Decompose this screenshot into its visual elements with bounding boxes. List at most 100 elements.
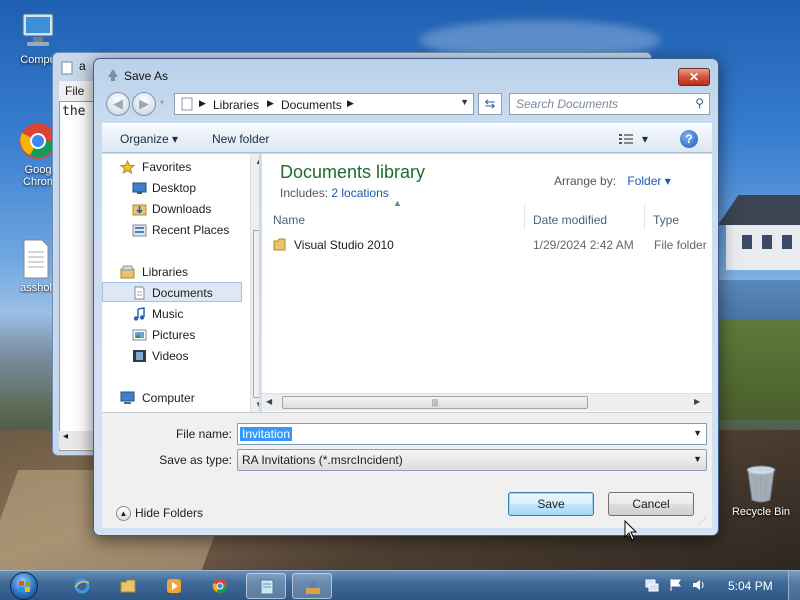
- notepad-title: a: [79, 59, 86, 73]
- file-name-dropdown-icon[interactable]: ▼: [693, 428, 702, 438]
- save-as-type-dropdown-icon[interactable]: ▼: [693, 454, 702, 464]
- nav-label: Music: [152, 307, 184, 321]
- nav-label: Downloads: [152, 202, 212, 216]
- recent-pages-dropdown-icon[interactable]: ▾: [160, 98, 164, 107]
- refresh-icon: ⇆: [484, 96, 496, 111]
- arrange-by-dropdown[interactable]: Folder ▾: [627, 174, 670, 188]
- address-bar[interactable]: ▶ Libraries ▶ Documents ▶ ▼: [174, 93, 474, 115]
- taskbar: 5:04 PM: [0, 570, 800, 600]
- save-as-dialog: Save As ✕ ◀ ▶ ▾ ▶ Libraries ▶ Documents …: [93, 58, 719, 536]
- house: [718, 195, 800, 275]
- volume-icon[interactable]: [692, 578, 706, 592]
- nav-recent-places[interactable]: Recent Places: [102, 220, 242, 240]
- file-type: File folder: [654, 238, 707, 252]
- scroll-down-icon[interactable]: ▼: [255, 400, 259, 409]
- library-title: Documents library: [280, 162, 426, 182]
- scroll-left-icon[interactable]: ◀: [266, 397, 272, 406]
- nav-desktop[interactable]: Desktop: [102, 178, 242, 198]
- file-list-scrollbar[interactable]: ◀ ||| ▶: [262, 393, 712, 411]
- documents-folder-icon: [181, 97, 193, 111]
- taskbar-internet-explorer[interactable]: [62, 573, 102, 599]
- hide-folders-label: Hide Folders: [135, 506, 204, 520]
- column-label: Name: [273, 213, 306, 227]
- nav-favorites[interactable]: Favorites: [102, 157, 242, 177]
- address-dropdown-icon[interactable]: ▼: [460, 97, 469, 107]
- organize-menu[interactable]: Organize ▾: [120, 132, 178, 146]
- chrome-icon: [212, 579, 227, 593]
- clock[interactable]: 5:04 PM: [728, 579, 773, 593]
- column-header-date-modified[interactable]: Date modified: [525, 204, 645, 230]
- pictures-icon: [132, 329, 147, 341]
- new-folder-button[interactable]: New folder: [212, 132, 269, 146]
- nav-label: Desktop: [152, 181, 197, 195]
- help-button[interactable]: ?: [680, 130, 698, 148]
- documents-icon: [134, 286, 145, 300]
- taskbar-notepad[interactable]: [246, 573, 286, 599]
- breadcrumb-libraries[interactable]: Libraries: [213, 98, 259, 112]
- search-icon[interactable]: ⚲: [695, 96, 704, 110]
- arrange-by-label: Arrange by:: [554, 174, 617, 188]
- resize-grip-icon[interactable]: ⋰: [698, 517, 706, 526]
- nav-label: Videos: [152, 349, 189, 363]
- file-list-pane: Documents library Includes: 2 locations …: [262, 154, 712, 412]
- breadcrumb-separator-icon[interactable]: ▶: [199, 98, 206, 109]
- network-icon[interactable]: [645, 578, 659, 592]
- refresh-button[interactable]: ⇆: [478, 93, 502, 115]
- action-center-flag-icon[interactable]: [669, 578, 683, 592]
- desktop-icon-recycle-bin[interactable]: Recycle Bin: [728, 462, 794, 518]
- nav-computer[interactable]: Computer: [102, 388, 242, 408]
- file-row[interactable]: Visual Studio 2010 1/29/2024 2:42 AM Fil…: [270, 234, 712, 256]
- views-dropdown-icon[interactable]: ▾: [642, 132, 648, 146]
- dialog-title: Save As: [124, 69, 169, 83]
- nav-videos[interactable]: Videos: [102, 346, 242, 366]
- internet-explorer-icon: [74, 578, 90, 594]
- hide-folders-button[interactable]: ▲ Hide Folders: [116, 506, 204, 522]
- nav-libraries[interactable]: Libraries: [102, 262, 242, 282]
- scroll-up-icon[interactable]: ▲: [255, 157, 259, 166]
- remote-assistance-icon: [306, 582, 320, 594]
- desktop-icon-label: Goog Chron: [23, 164, 53, 188]
- forward-button[interactable]: ▶: [132, 92, 156, 116]
- nav-music[interactable]: Music: [102, 304, 242, 324]
- scrollbar-thumb[interactable]: |||: [282, 396, 588, 409]
- folder-icon: [273, 238, 286, 251]
- column-header-type[interactable]: Type: [645, 204, 712, 230]
- nav-label: Libraries: [142, 265, 189, 279]
- menu-file[interactable]: File: [65, 84, 84, 98]
- scroll-right-icon[interactable]: ▶: [694, 397, 700, 406]
- desktop-icon: [132, 182, 147, 194]
- breadcrumb-separator-icon[interactable]: ▶: [267, 98, 274, 109]
- views-icon[interactable]: [618, 133, 634, 145]
- chevron-up-icon: ▲: [116, 506, 131, 522]
- taskbar-media-player[interactable]: [154, 573, 194, 599]
- folder-icon: [120, 579, 136, 593]
- save-as-type-select[interactable]: RA Invitations (*.msrcIncident) ▼: [237, 449, 707, 471]
- arrange-by: Arrange by: Folder ▾: [554, 174, 671, 188]
- scroll-left-icon: ◂: [63, 431, 69, 442]
- start-button[interactable]: [8, 571, 44, 600]
- show-desktop-button[interactable]: [788, 571, 800, 600]
- includes-label: Includes:: [280, 186, 332, 200]
- nav-pictures[interactable]: Pictures: [102, 325, 242, 345]
- includes-locations-link[interactable]: 2 locations: [331, 186, 388, 200]
- nav-downloads[interactable]: Downloads: [102, 199, 242, 219]
- file-name-input[interactable]: Invitation ▼: [237, 423, 707, 445]
- nav-pane-scrollbar[interactable]: ▲ ▼: [250, 154, 259, 412]
- column-header-name[interactable]: Name: [265, 204, 525, 230]
- nav-documents[interactable]: Documents: [102, 282, 242, 302]
- recycle-bin-icon: [746, 465, 776, 503]
- desktop-icon-label: asshol: [20, 282, 52, 294]
- breadcrumb-separator-icon[interactable]: ▶: [347, 98, 354, 109]
- back-button[interactable]: ◀: [106, 92, 130, 116]
- save-button[interactable]: Save: [508, 492, 594, 516]
- windows-logo-icon: [10, 572, 38, 600]
- taskbar-chrome[interactable]: [200, 573, 240, 599]
- scrollbar-thumb[interactable]: [253, 230, 259, 398]
- taskbar-file-explorer[interactable]: [108, 573, 148, 599]
- breadcrumb-documents[interactable]: Documents: [281, 98, 342, 112]
- library-includes: Includes: 2 locations: [280, 186, 389, 200]
- taskbar-remote-assistance[interactable]: [292, 573, 332, 599]
- cancel-button[interactable]: Cancel: [608, 492, 694, 516]
- close-button[interactable]: ✕: [678, 68, 710, 86]
- search-input[interactable]: Search Documents ⚲: [509, 93, 710, 115]
